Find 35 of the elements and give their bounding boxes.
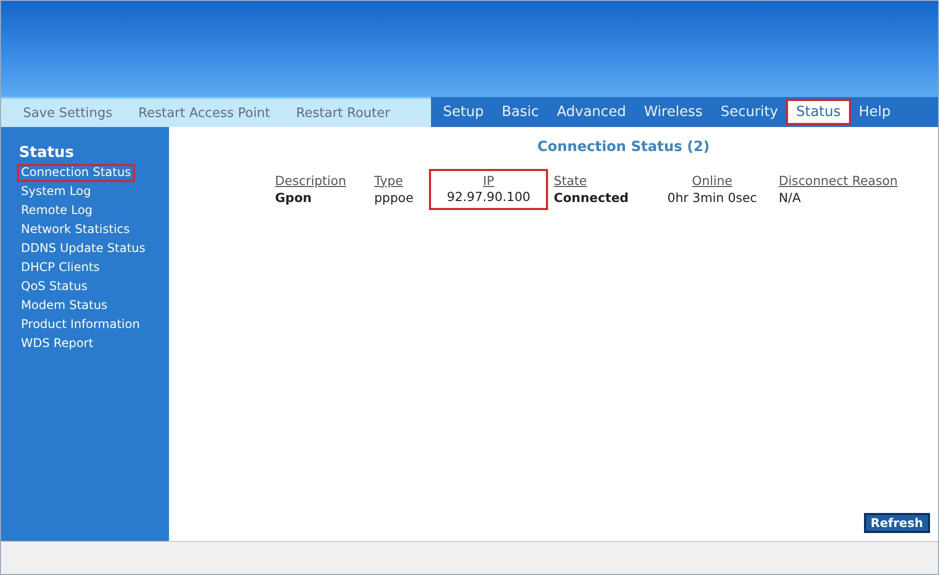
sidebar-item[interactable]: DHCP Clients — [19, 261, 102, 275]
table-cell: Connected — [546, 188, 652, 209]
sidebar-item[interactable]: DDNS Update Status — [19, 242, 148, 256]
column-header[interactable]: Description — [275, 172, 346, 188]
table-cell: Gpon — [269, 188, 368, 209]
column-header[interactable]: State — [554, 172, 587, 188]
section-title: Connection Status (2) — [536, 139, 711, 155]
action-link[interactable]: Restart Access Point — [126, 106, 282, 120]
table-cell: pppoe — [368, 188, 430, 209]
action-link[interactable]: Save Settings — [11, 106, 124, 120]
sidebar-item[interactable]: WDS Report — [19, 337, 96, 351]
sidebar-item[interactable]: Modem Status — [19, 299, 110, 313]
nav-tab[interactable]: Status — [788, 101, 849, 123]
sidebar-item[interactable]: Product Information — [19, 318, 142, 332]
table-cell-text: 0hr 3min 0sec — [666, 188, 758, 206]
table-cell: 92.97.90.100 — [430, 188, 547, 209]
sidebar-title: Status — [19, 143, 75, 161]
column-header[interactable]: IP — [483, 173, 494, 188]
table-cell-text: N/A — [778, 188, 802, 206]
sidebar-item[interactable]: Remote Log — [19, 204, 95, 218]
sidebar-item[interactable]: System Log — [19, 185, 93, 199]
nav-tab[interactable]: Wireless — [636, 101, 711, 123]
column-header[interactable]: Online — [692, 172, 732, 188]
nav-tab[interactable]: Basic — [494, 101, 547, 123]
refresh-button[interactable]: Refresh — [864, 513, 930, 533]
nav-tab[interactable]: Advanced — [548, 101, 634, 123]
nav-tab[interactable]: Security — [712, 101, 786, 123]
column-header[interactable]: Disconnect Reason — [778, 172, 898, 188]
sidebar-item[interactable]: QoS Status — [19, 280, 90, 294]
sidebar-item[interactable]: Network Statistics — [19, 223, 132, 237]
column-header[interactable]: Type — [374, 172, 403, 188]
nav-tab[interactable]: Help — [850, 101, 899, 123]
sidebar-item[interactable]: Connection Status — [19, 166, 133, 180]
nav-tab[interactable]: Setup — [435, 101, 492, 123]
action-link[interactable]: Restart Router — [284, 106, 402, 120]
